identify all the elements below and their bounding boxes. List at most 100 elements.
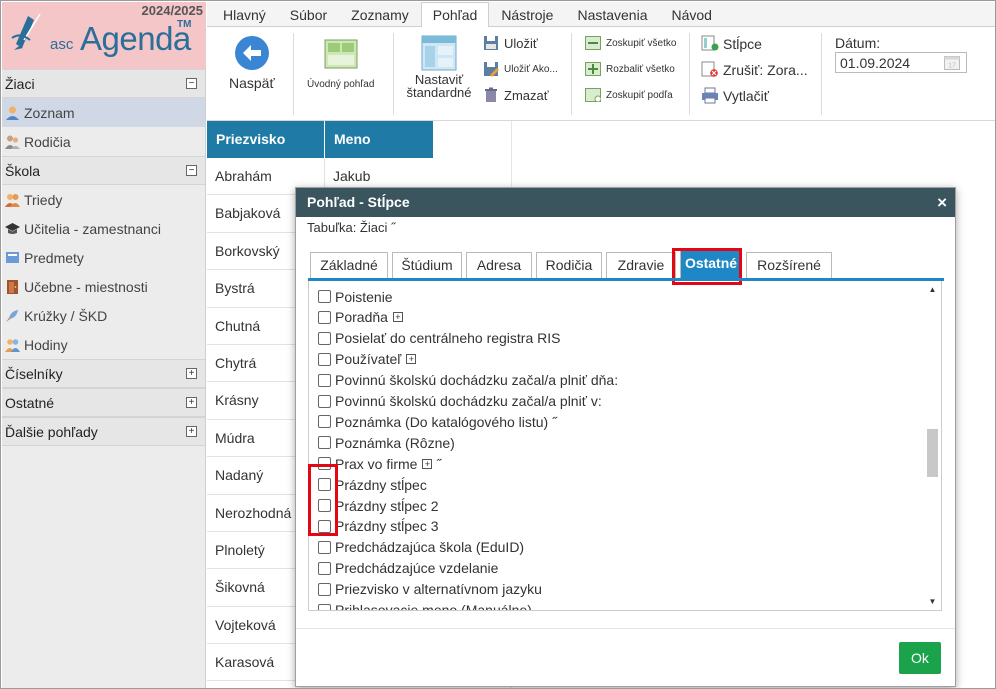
column-option-label: Používateľ (335, 351, 402, 368)
pen-logo-icon (11, 13, 41, 50)
checkbox[interactable] (318, 310, 331, 324)
column-option-label: Prax vo firme (335, 455, 418, 472)
expand-all-button[interactable]: Rozbaliť všetko (585, 62, 675, 76)
menu-item-main[interactable]: Hlavný (211, 2, 278, 26)
column-option-label: Prázdny stĺpec 3 (335, 518, 439, 535)
columns-button[interactable]: Stĺpce (701, 35, 762, 52)
menu-item-file[interactable]: Súbor (278, 2, 339, 26)
expand-icon[interactable]: + (186, 426, 197, 437)
checkbox[interactable] (318, 373, 331, 387)
tab-health[interactable]: Zdravie (606, 252, 676, 279)
column-option[interactable]: Predchádzajúce vzdelanie (318, 558, 498, 579)
date-label: Dátum: (835, 35, 881, 51)
sidebar-item-list[interactable]: Zoznam (2, 98, 205, 127)
cancel-sort-button[interactable]: Zrušiť: Zora... (701, 61, 808, 78)
menu-item-settings[interactable]: Nastavenia (565, 2, 659, 26)
delete-label: Zmazať (504, 87, 549, 103)
print-button[interactable]: Vytlačiť (701, 87, 769, 104)
checkbox[interactable] (318, 561, 331, 575)
save-button[interactable]: Uložiť (483, 35, 538, 51)
close-icon[interactable]: × (937, 188, 947, 217)
cancel-sort-icon (701, 61, 718, 77)
save-as-button[interactable]: Uložiť Ako... (483, 61, 558, 77)
ribbon-divider (393, 33, 394, 115)
group-by-button[interactable]: Zoskupiť podľa (585, 88, 673, 102)
tab-extended[interactable]: Rozšírené (746, 252, 832, 279)
checkbox[interactable] (318, 331, 331, 345)
sidebar-item-subjects[interactable]: Predmety (2, 243, 205, 272)
column-header-name[interactable]: Meno (325, 121, 433, 158)
scrollbar-thumb[interactable] (927, 429, 938, 477)
checkbox[interactable] (318, 603, 331, 610)
date-field[interactable]: 01.09.2024 17 (835, 52, 967, 73)
checkbox[interactable] (318, 540, 331, 554)
checkbox[interactable] (318, 290, 331, 303)
set-standard-button[interactable]: Nastaviť štandardné (403, 35, 475, 99)
menu-item-view[interactable]: Pohľad (420, 2, 490, 28)
column-option[interactable]: Posielať do centrálneho registra RIS (318, 328, 560, 349)
sidebar-item-hours[interactable]: Hodiny (2, 330, 205, 359)
expand-icon[interactable]: + (422, 458, 433, 469)
tab-address[interactable]: Adresa (466, 252, 532, 279)
app-window: 2024/2025 asc Agenda TM Žiaci − Zoznam R… (0, 0, 996, 689)
column-option[interactable]: Používateľ + (318, 349, 417, 370)
column-option-label: Prihlasovacie meno (Manuálne) (335, 602, 532, 611)
group-all-button[interactable]: Zoskupiť všetko (585, 36, 676, 50)
column-option-label: Prázdny stĺpec (335, 476, 427, 493)
expand-icon[interactable]: + (392, 312, 403, 323)
column-option[interactable]: Prihlasovacie meno (Manuálne) (318, 600, 532, 611)
scroll-down-arrow-icon[interactable]: ▼ (924, 593, 941, 610)
column-option[interactable]: Poznámka (Do katalógového listu) ˝ (318, 411, 557, 432)
column-option-label: Prázdny stĺpec 2 (335, 497, 439, 514)
sidebar-item-classes[interactable]: Triedy (2, 185, 205, 214)
checkbox[interactable] (318, 394, 331, 408)
menu-item-tools[interactable]: Nástroje (489, 2, 565, 26)
checkbox[interactable] (318, 582, 331, 596)
sidebar-item-parents[interactable]: Rodičia (2, 127, 205, 156)
scroll-up-arrow-icon[interactable]: ▲ (924, 281, 941, 298)
checkbox[interactable] (318, 415, 331, 429)
columns-icon (701, 35, 719, 51)
collapse-group-icon (585, 36, 601, 50)
column-option[interactable]: Priezvisko v alternatívnom jazyku (318, 579, 542, 600)
printer-icon (702, 87, 718, 104)
column-option-label: Poradňa (335, 309, 388, 326)
sidebar-section-school[interactable]: Škola − (2, 156, 205, 185)
collapse-icon[interactable]: − (186, 165, 197, 176)
column-option[interactable]: Poznámka (Rôzne) (318, 432, 455, 453)
sidebar-section-more-views[interactable]: Ďalšie pohľady + (2, 417, 205, 446)
menu-item-lists[interactable]: Zoznamy (339, 2, 421, 26)
sidebar-section-students[interactable]: Žiaci − (2, 69, 205, 98)
calendar-icon[interactable]: 17 (944, 55, 960, 70)
expand-icon[interactable]: + (406, 354, 417, 365)
ok-button[interactable]: Ok (899, 642, 941, 674)
column-option[interactable]: Povinnú školskú dochádzku začal/a plniť … (318, 391, 602, 412)
column-option[interactable]: Poistenie (318, 286, 393, 307)
columns-checkbox-list: Poistenie Poradňa + Posielať do centrálneho… (308, 281, 942, 611)
scrollbar[interactable]: ▲ ▼ (924, 281, 941, 610)
column-option[interactable]: Povinnú školskú dochádzku začal/a plniť … (318, 370, 618, 391)
delete-button[interactable]: Zmazať (483, 87, 549, 103)
sidebar-item-rooms[interactable]: Učebne - miestnosti (2, 272, 205, 301)
collapse-icon[interactable]: − (186, 78, 197, 89)
menu-item-help[interactable]: Návod (660, 2, 724, 26)
expand-icon[interactable]: + (186, 368, 197, 379)
expand-icon[interactable]: + (186, 397, 197, 408)
sidebar-item-teachers[interactable]: Učitelia - zamestnanci (2, 214, 205, 243)
tab-parents[interactable]: Rodičia (536, 252, 602, 279)
checkbox[interactable] (318, 352, 331, 366)
tab-basic[interactable]: Základné (310, 252, 388, 279)
note-marker: ˝ (436, 455, 442, 472)
column-option[interactable]: Poradňa + (318, 307, 403, 328)
sidebar-section-other[interactable]: Ostatné + (2, 388, 205, 417)
column-option-label: Poznámka (Rôzne) (335, 434, 455, 451)
column-header-surname[interactable]: Priezvisko (207, 121, 325, 158)
column-option[interactable]: Predchádzajúca škola (EduID) (318, 537, 524, 558)
logo-trademark: TM (177, 19, 192, 30)
sidebar-section-codelists[interactable]: Číselníky + (2, 359, 205, 388)
tab-study[interactable]: Štúdium (392, 252, 462, 279)
sidebar-item-clubs[interactable]: Krúžky / ŠKD (2, 301, 205, 330)
checkbox[interactable] (318, 436, 331, 450)
back-button[interactable]: Naspäť (229, 35, 275, 91)
initial-view-button[interactable]: Úvodný pohľad (307, 39, 374, 90)
